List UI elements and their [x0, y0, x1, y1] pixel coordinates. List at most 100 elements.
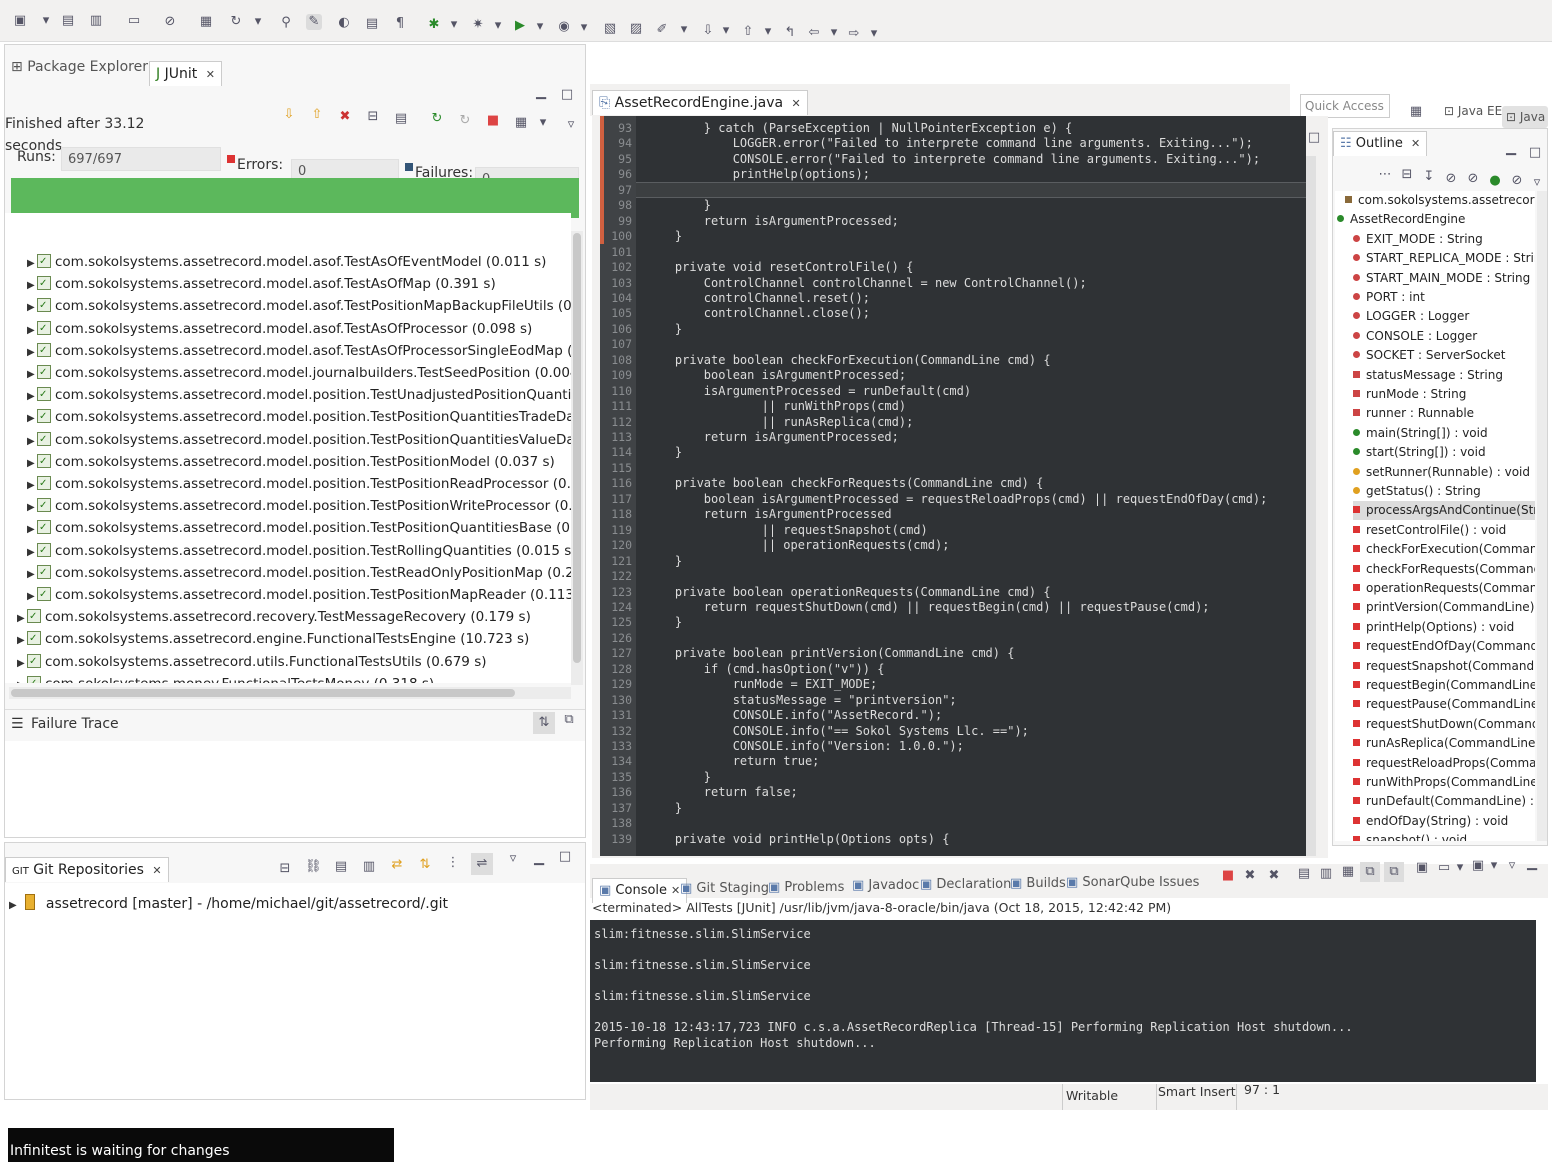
- rerun-icon[interactable]: ↻: [429, 111, 445, 127]
- new-console-icon[interactable]: ▣: [1470, 858, 1486, 874]
- rerun-failed-icon[interactable]: ↻: [457, 113, 473, 129]
- repository-item[interactable]: ▶ assetrecord [master] - /home/michael/g…: [9, 893, 448, 915]
- maximize-icon[interactable]: □: [1527, 145, 1543, 161]
- test-tree-row[interactable]: ▶ com.sokolsystems.assetrecord.model.asof…: [27, 295, 571, 317]
- tab-declaration[interactable]: ▣ Declaration: [920, 873, 1011, 897]
- test-tree-row[interactable]: ▶ com.sokolsystems.assetrecord.model.posi…: [27, 540, 571, 562]
- expand-icon[interactable]: ▶: [17, 653, 27, 675]
- add-repository-icon[interactable]: ▤: [333, 859, 349, 875]
- view-menu-icon[interactable]: ▿: [1504, 858, 1520, 874]
- outline-item[interactable]: AssetRecordEngine: [1337, 210, 1465, 229]
- minimize-icon[interactable]: ▁: [1524, 856, 1540, 872]
- outline-item[interactable]: getStatus() : String: [1353, 482, 1481, 501]
- test-tree-row[interactable]: ▶ com.sokolsystems.assetrecord.model.posi…: [27, 495, 571, 517]
- outline-item[interactable]: start(String[]) : void: [1353, 443, 1486, 462]
- chevron-down-icon[interactable]: ▾: [490, 18, 506, 34]
- expand-icon[interactable]: ▶: [9, 895, 19, 917]
- tab-assetrecordengine-java[interactable]: ⎘ AssetRecordEngine.java ✕: [592, 90, 808, 115]
- test-tree-row[interactable]: ▶ com.sokolsystems.assetrecord.model.asof…: [27, 340, 571, 362]
- coverage-icon[interactable]: ◉: [556, 19, 572, 35]
- sync-icon[interactable]: ⇅: [417, 857, 433, 873]
- outline-item[interactable]: PORT : int: [1353, 288, 1425, 307]
- perspective-java[interactable]: ⊡ Java: [1502, 106, 1548, 128]
- tab-package-explorer[interactable]: ⊞ Package Explorer: [11, 55, 148, 79]
- compare-icon[interactable]: ⧉: [561, 712, 577, 728]
- pin-console-icon[interactable]: ⧉: [1360, 862, 1380, 882]
- test-tree-row[interactable]: ▶ com.sokolsystems.assetrecord.model.asof…: [27, 273, 496, 295]
- chevron-down-icon[interactable]: ▾: [38, 13, 54, 29]
- outline-item[interactable]: checkForRequests(CommandLine) :: [1353, 560, 1535, 579]
- expand-icon[interactable]: ▶: [27, 386, 37, 408]
- open-perspective-icon[interactable]: ▦: [1408, 104, 1424, 120]
- chevron-down-icon[interactable]: ▾: [1452, 860, 1468, 876]
- outline-item[interactable]: setRunner(Runnable) : void: [1353, 463, 1530, 482]
- test-tree-row[interactable]: ▶ com.sokolsystems.assetrecord.model.jour…: [27, 362, 571, 384]
- close-icon[interactable]: ✕: [206, 68, 215, 81]
- close-icon[interactable]: ✕: [1411, 137, 1420, 150]
- tree-icon[interactable]: ⋮: [445, 855, 461, 871]
- quick-access-input[interactable]: Quick Access: [1300, 94, 1390, 118]
- expand-icon[interactable]: ▶: [27, 431, 37, 453]
- outline-item[interactable]: runner : Runnable: [1353, 404, 1474, 423]
- expand-icon[interactable]: ▶: [27, 497, 37, 519]
- outline-item[interactable]: com.sokolsystems.assetrecord: [1345, 191, 1535, 210]
- maximize-icon[interactable]: □: [559, 87, 575, 103]
- view-menu-icon[interactable]: ▿: [505, 851, 521, 867]
- show-console-icon[interactable]: ⧉: [1384, 862, 1404, 882]
- outline-item[interactable]: processArgsAndContinue(String[]) :: [1353, 501, 1535, 521]
- filter-icon[interactable]: ⇌: [471, 853, 493, 875]
- outline-item[interactable]: resetControlFile() : void: [1353, 521, 1506, 540]
- chevron-down-icon[interactable]: ▾: [1486, 858, 1502, 874]
- tab-problems[interactable]: ▣ Problems: [768, 876, 844, 900]
- chevron-down-icon[interactable]: ▾: [718, 23, 734, 39]
- outline-item[interactable]: requestEndOfDay(CommandLine) : b: [1353, 637, 1535, 656]
- chevron-down-icon[interactable]: ▾: [866, 26, 882, 42]
- remove-launch-icon[interactable]: ✖: [1242, 868, 1258, 884]
- test-tree-row[interactable]: ▶ com.sokolsystems.assetrecord.recovery.T…: [17, 606, 531, 628]
- close-icon[interactable]: ✕: [792, 97, 801, 110]
- tab-builds[interactable]: ▣ Builds: [1010, 872, 1066, 896]
- outline-item[interactable]: START_REPLICA_MODE : String: [1353, 249, 1535, 268]
- outline-item[interactable]: runAsReplica(CommandLine) : boole: [1353, 734, 1535, 753]
- open-console-icon[interactable]: ▭: [1436, 860, 1452, 876]
- hide-fields-icon[interactable]: ⊘: [1443, 171, 1459, 187]
- clear-console-icon[interactable]: ▤: [1296, 866, 1312, 882]
- test-history-icon[interactable]: ▦: [513, 115, 529, 131]
- outline-item[interactable]: snapshot() : void: [1353, 831, 1467, 841]
- chevron-down-icon[interactable]: ▾: [535, 115, 551, 131]
- show-failures-only-icon[interactable]: ✖: [337, 109, 353, 125]
- test-tree-row[interactable]: ▶ com.sokolsystems.assetrecord.model.posi…: [27, 584, 571, 606]
- chevron-down-icon[interactable]: ▾: [532, 19, 548, 35]
- outline-item[interactable]: statusMessage : String: [1353, 366, 1503, 385]
- tab-outline[interactable]: ☷ Outline ✕: [1333, 131, 1428, 156]
- next-annotation-icon[interactable]: ⇩: [700, 23, 716, 39]
- collapse-all-icon[interactable]: ⊟: [277, 861, 293, 877]
- outline-item[interactable]: runWithProps(CommandLine) : bool: [1353, 773, 1535, 792]
- clone-icon[interactable]: ▥: [361, 859, 377, 875]
- expand-icon[interactable]: ▶: [27, 586, 37, 608]
- expand-icon[interactable]: ▶: [17, 608, 27, 630]
- create-repository-icon[interactable]: ⇄: [389, 857, 405, 873]
- word-wrap-icon[interactable]: ▦: [1340, 864, 1356, 880]
- tab-sonarqube-issues[interactable]: ▣ SonarQube Issues: [1066, 871, 1199, 895]
- test-tree-row[interactable]: ▶ com.sokolsystems.assetrecord.model.posi…: [27, 562, 571, 584]
- terminal-icon[interactable]: ▭: [126, 13, 142, 29]
- expand-icon[interactable]: ▶: [17, 675, 27, 683]
- stop-icon[interactable]: ■: [485, 113, 501, 129]
- outline-item[interactable]: SOCKET : ServerSocket: [1353, 346, 1505, 365]
- outline-item[interactable]: EXIT_MODE : String: [1353, 230, 1483, 249]
- toggle-icon[interactable]: ◐: [336, 15, 352, 31]
- expand-icon[interactable]: ▶: [27, 297, 37, 319]
- outline-item[interactable]: runDefault(CommandLine) : boolean: [1353, 792, 1535, 811]
- debug-icon[interactable]: ✱: [426, 17, 442, 33]
- console-output[interactable]: slim:fitnesse.slim.SlimService slim:fitne…: [590, 920, 1536, 1082]
- test-tree-row[interactable]: ▶ com.sokolsystems.assetrecord.model.posi…: [27, 473, 571, 495]
- expand-icon[interactable]: ▶: [27, 519, 37, 541]
- hide-nonpublic-icon[interactable]: ●: [1487, 173, 1503, 189]
- expand-icon[interactable]: ▶: [27, 364, 37, 386]
- paragraph-icon[interactable]: ¶: [392, 16, 408, 32]
- outline-item[interactable]: printHelp(Options) : void: [1353, 618, 1514, 637]
- expand-icon[interactable]: ▶: [27, 275, 37, 297]
- focus-icon[interactable]: ⋯: [1377, 167, 1393, 183]
- expand-icon[interactable]: ▶: [27, 453, 37, 475]
